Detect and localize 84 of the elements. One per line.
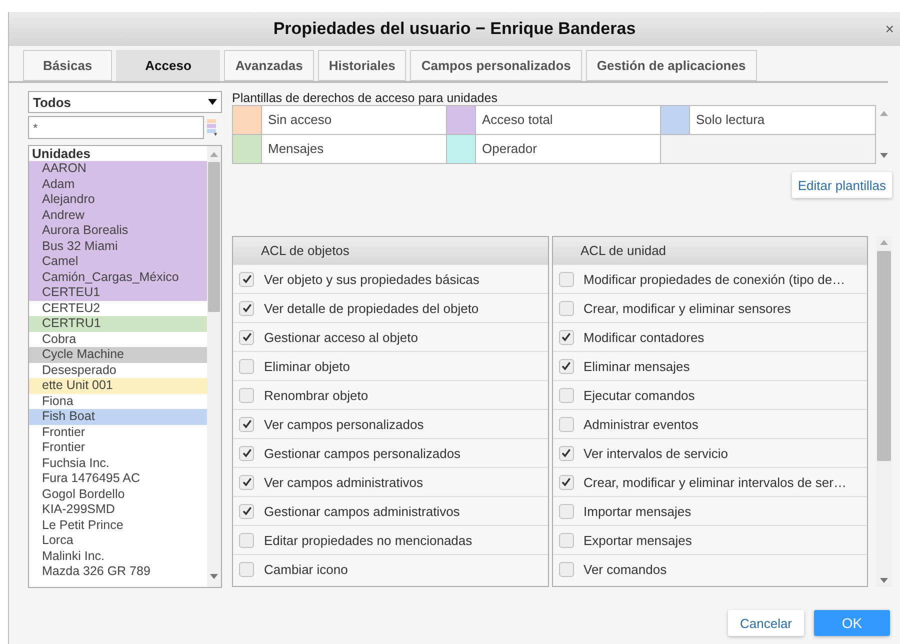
checkbox[interactable] — [558, 416, 574, 432]
checkbox[interactable] — [239, 504, 254, 518]
scroll-up-icon[interactable] — [210, 152, 218, 157]
checkbox[interactable] — [558, 446, 574, 460]
permission-label: Ejecutar comandos — [584, 388, 695, 402]
checkbox[interactable] — [558, 358, 574, 374]
checkbox[interactable] — [558, 388, 574, 402]
checkbox[interactable] — [239, 474, 254, 490]
checkbox[interactable] — [558, 300, 574, 316]
column-header: ACL de objetos — [233, 237, 548, 264]
checkbox[interactable] — [239, 446, 254, 460]
unit-item[interactable]: CERTRU1 — [29, 316, 207, 332]
checkbox[interactable] — [239, 272, 254, 286]
tab[interactable]: Acceso — [116, 50, 220, 81]
edit-templates-button[interactable]: Editar plantillas — [792, 172, 892, 198]
unit-item[interactable]: Camel — [29, 254, 207, 270]
checkbox[interactable] — [239, 330, 254, 344]
unit-item[interactable]: AARON — [29, 161, 207, 176]
search-field[interactable]: * — [28, 116, 204, 139]
tab[interactable]: Historiales — [318, 50, 406, 81]
scroll-up-icon[interactable] — [880, 240, 888, 245]
permission-label: Exportar mensajes — [584, 532, 692, 548]
permission-label: Administrar eventos — [584, 416, 698, 432]
unit-item[interactable]: Andrew — [29, 208, 207, 223]
unit-item[interactable]: Alejandro — [29, 192, 207, 208]
list-header: Unidades — [31, 146, 92, 161]
checkbox[interactable] — [558, 562, 574, 576]
permission-label: Modificar contadores — [584, 330, 704, 344]
permission-label: Ver campos administrativos — [264, 474, 423, 490]
filter-dropdown[interactable]: Todos — [28, 91, 222, 113]
permission-label: Gestionar campos personalizados — [264, 446, 461, 460]
checkbox[interactable] — [239, 532, 254, 548]
scroll-down-icon[interactable] — [210, 574, 218, 579]
checkbox[interactable] — [558, 532, 574, 548]
tab[interactable]: Campos personalizados — [410, 50, 582, 81]
tab[interactable]: Avanzadas — [224, 50, 314, 81]
unit-item[interactable]: Bus 32 Miami — [29, 238, 207, 254]
checkbox[interactable] — [239, 562, 254, 576]
scrollbar-thumb[interactable] — [877, 251, 891, 461]
permission-label: Ver objeto y sus propiedades básicas — [264, 272, 480, 286]
checkbox[interactable] — [239, 300, 254, 316]
permission-label: Cambiar icono — [264, 562, 348, 576]
close-button[interactable]: × — [883, 21, 896, 38]
unit-item[interactable]: CERTEU1 — [29, 285, 207, 300]
unit-item[interactable]: ette Unit 001 — [29, 378, 207, 394]
unit-item[interactable]: Fish Boat — [29, 409, 207, 424]
unit-item[interactable]: Camión_Cargas_México — [29, 270, 207, 285]
permission-label: Modificar propiedades de conexión (tipo de… — [584, 272, 846, 286]
scroll-down-icon[interactable] — [880, 578, 888, 583]
tab[interactable]: Básicas — [23, 50, 112, 81]
color-legend-icon[interactable] — [206, 118, 218, 138]
checkbox[interactable] — [558, 474, 574, 490]
unit-item[interactable]: Adam — [29, 176, 207, 192]
permission-label: Eliminar objeto — [264, 358, 350, 374]
permission-label: Crear, modificar y eliminar sensores — [584, 300, 791, 316]
checkbox[interactable] — [239, 388, 254, 402]
unit-item[interactable]: Desesperado — [29, 362, 207, 378]
tab[interactable]: Gestión de aplicaciones — [586, 50, 757, 81]
scroll-down-icon[interactable] — [880, 153, 888, 158]
dropdown-caret-icon — [208, 99, 217, 105]
cancel-button[interactable]: Cancelar — [728, 610, 804, 636]
permission-label: Importar mensajes — [584, 504, 692, 518]
scrollbar-thumb[interactable] — [208, 162, 220, 312]
permission-label: Editar propiedades no mencionadas — [264, 532, 472, 548]
column-header: ACL de unidad — [552, 237, 867, 264]
permission-label: Gestionar acceso al objeto — [264, 330, 418, 344]
checkbox[interactable] — [558, 330, 574, 344]
permission-label: Crear, modificar y eliminar intervalos de ser… — [584, 474, 846, 490]
scroll-up-icon[interactable] — [880, 111, 888, 116]
permission-label: Ver comandos — [584, 562, 667, 576]
checkbox[interactable] — [239, 416, 254, 432]
window-title: Propiedades del usuario − Enrique Banderas — [273, 19, 636, 39]
permission-label: Ver intervalos de servicio — [584, 446, 728, 460]
unit-item[interactable]: Aurora Borealis — [29, 223, 207, 238]
checkbox[interactable] — [558, 504, 574, 518]
permission-label: Gestionar campos administrativos — [264, 504, 460, 518]
checkbox[interactable] — [558, 272, 574, 286]
permission-label: Renombrar objeto — [264, 388, 368, 402]
permission-label: Ver campos personalizados — [264, 416, 424, 432]
checkbox[interactable] — [239, 358, 254, 374]
permission-label: Ver detalle de propiedades del objeto — [264, 300, 479, 316]
unit-item[interactable]: Cycle Machine — [29, 347, 207, 362]
permission-label: Eliminar mensajes — [584, 358, 690, 374]
section-title: Plantillas de derechos de acceso para unidades — [232, 91, 498, 105]
